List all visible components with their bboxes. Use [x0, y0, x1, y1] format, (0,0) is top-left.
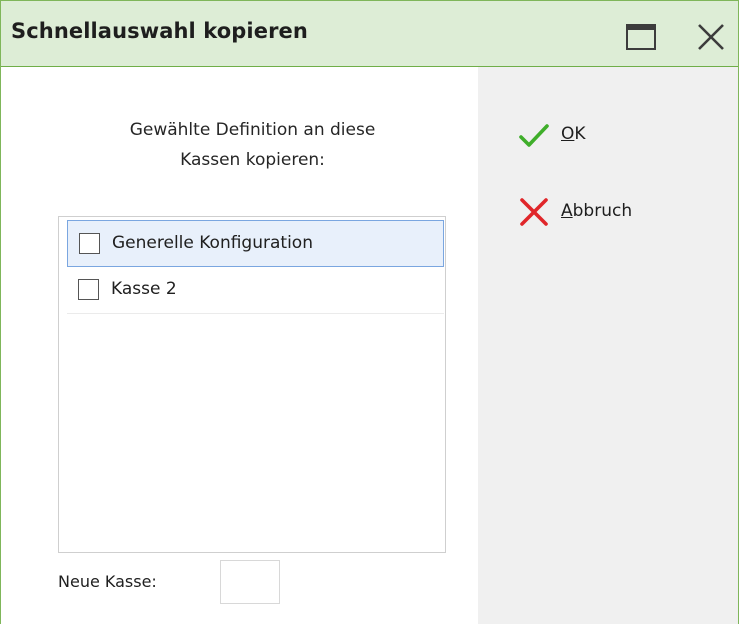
checkbox[interactable]: [78, 279, 99, 300]
new-register-input[interactable]: [220, 560, 280, 604]
list-item[interactable]: Kasse 2: [67, 267, 444, 314]
dialog-title: Schnellauswahl kopieren: [11, 19, 308, 43]
instruction-line-2: Kassen kopieren:: [180, 150, 325, 170]
new-register-label: Neue Kasse:: [58, 572, 157, 591]
cross-icon: [520, 198, 548, 226]
checkbox[interactable]: [79, 233, 100, 254]
action-pane: [478, 67, 738, 624]
maximize-button[interactable]: [623, 19, 659, 55]
list-item-label: Generelle Konfiguration: [112, 233, 313, 253]
cancel-label: Abbruch: [561, 201, 633, 221]
title-bar[interactable]: Schnellauswahl kopieren: [1, 1, 738, 68]
instruction-text: Gewählte Definition an diese Kassen kopi…: [60, 115, 445, 175]
register-list[interactable]: Generelle Konfiguration Kasse 2: [58, 216, 446, 553]
close-button[interactable]: [693, 19, 729, 55]
maximize-icon: [626, 24, 656, 50]
checkmark-icon: [519, 124, 549, 147]
list-item[interactable]: Generelle Konfiguration: [67, 220, 444, 267]
close-icon: [698, 24, 724, 50]
instruction-line-1: Gewählte Definition an diese: [129, 120, 376, 140]
ok-label: OK: [561, 124, 586, 144]
list-item-label: Kasse 2: [111, 279, 177, 299]
